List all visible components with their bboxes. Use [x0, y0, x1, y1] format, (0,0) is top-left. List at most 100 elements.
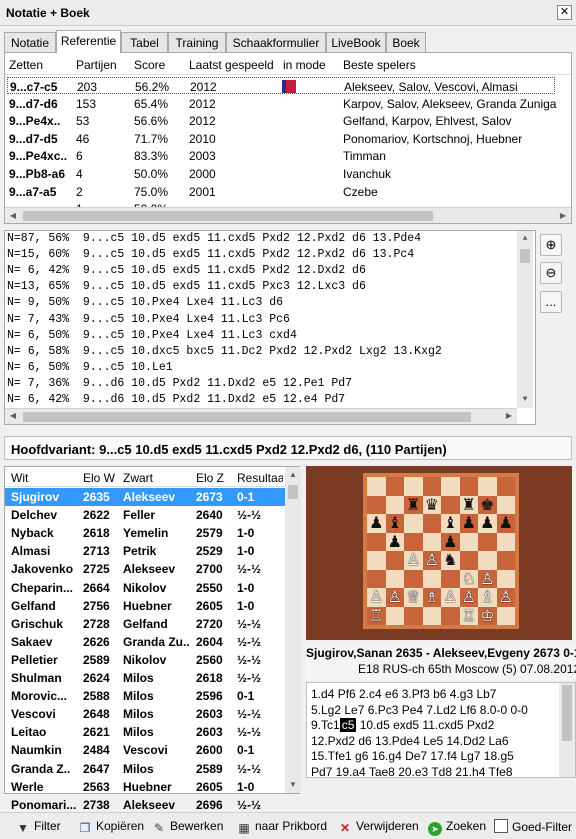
- scroll-left-arrow-icon[interactable]: ◀: [5, 208, 21, 224]
- scroll-left-arrow-icon[interactable]: ◀: [5, 409, 21, 425]
- col-header-elo-black[interactable]: Elo Z: [196, 471, 224, 485]
- board-square[interactable]: [385, 551, 404, 570]
- scroll-up-arrow-icon[interactable]: ▲: [285, 467, 301, 483]
- zoom-out-button[interactable]: ⊖: [540, 262, 562, 284]
- board-square[interactable]: [422, 532, 441, 551]
- game-row[interactable]: Jakovenko 2725 Alekseev 2700 ½-½: [5, 560, 285, 578]
- variation-line[interactable]: N= 9, 50% 9...c5 10.Pxe4 Lxe4 11.Lc3 d6: [7, 296, 283, 312]
- board-square[interactable]: [496, 551, 515, 570]
- board-square[interactable]: [459, 551, 478, 570]
- chess-board[interactable]: ♜ ♛ ♜ ♚ ♟ ♝ ♝ ♟ ♟ ♟ ♟ ♟ ♙ ♙ ♞ ♘ ♙ ♙ ♙ ♕ ♗ ♙ ♙ ♗ ♙ ♖ ♖ ♔: [363, 473, 519, 629]
- bewerken-button[interactable]: ✎ Bewerken: [152, 819, 223, 835]
- chess-piece-icon[interactable]: ♙: [497, 588, 516, 607]
- reference-row[interactable]: 9...Pb8-a6 4 50.0% 2000 Ivanchuk: [7, 165, 555, 182]
- col-header-best-players[interactable]: Beste spelers: [343, 58, 416, 72]
- reference-row[interactable]: 9...Pe4xc.. 6 83.3% 2003 Timman: [7, 147, 555, 164]
- notation-line[interactable]: 15.Tfe1 g6 16.g4 De7 17.f4 Lg7 18.g5: [311, 749, 514, 763]
- game-row[interactable]: Ponomari... 2738 Alekseev 2696 ½-½: [5, 796, 285, 814]
- board-square[interactable]: [496, 477, 515, 496]
- scroll-down-arrow-icon[interactable]: ▼: [285, 777, 301, 793]
- scroll-thumb[interactable]: [288, 485, 298, 499]
- board-square[interactable]: [441, 569, 460, 588]
- chess-piece-icon[interactable]: ♙: [441, 588, 460, 607]
- board-square[interactable]: [478, 551, 497, 570]
- variation-line[interactable]: N= 7, 43% 9...c5 10.Pxe4 Lxe4 11.Lc3 Pc6: [7, 313, 290, 329]
- variation-vscrollbar[interactable]: ▲ ▼: [517, 231, 533, 408]
- col-header-score[interactable]: Score: [134, 58, 165, 72]
- reference-hscrollbar[interactable]: ◀ ▶: [5, 207, 571, 223]
- variation-line[interactable]: N= 6, 58% 9...c5 10.dxc5 bxc5 11.Dc2 Pxd…: [7, 345, 442, 361]
- chess-piece-icon[interactable]: ♟: [478, 514, 497, 533]
- board-square[interactable]: [496, 532, 515, 551]
- scroll-thumb[interactable]: [520, 249, 530, 263]
- game-row[interactable]: Delchev 2622 Feller 2640 ½-½: [5, 506, 285, 524]
- variation-line[interactable]: N= 6, 50% 9...c5 10.Pxe4 Lxe4 11.Lc3 cxd…: [7, 329, 297, 345]
- tab-tabel[interactable]: Tabel: [121, 32, 168, 52]
- tab-notatie[interactable]: Notatie: [4, 32, 56, 52]
- game-row[interactable]: Sakaev 2626 Granda Zu.. 2604 ½-½: [5, 633, 285, 651]
- chess-piece-icon[interactable]: ♝: [441, 514, 460, 533]
- scroll-down-arrow-icon[interactable]: ▼: [517, 392, 533, 408]
- board-square[interactable]: [422, 514, 441, 533]
- board-square[interactable]: [404, 532, 423, 551]
- current-move[interactable]: c5: [339, 718, 357, 732]
- chess-piece-icon[interactable]: ♟: [386, 532, 405, 552]
- game-row[interactable]: Werle 2563 Huebner 2605 1-0: [5, 778, 285, 796]
- game-row[interactable]: Gelfand 2756 Huebner 2605 1-0: [5, 597, 285, 615]
- game-row[interactable]: Almasi 2713 Petrik 2529 1-0: [5, 542, 285, 560]
- board-square[interactable]: [441, 495, 460, 514]
- chess-piece-icon[interactable]: ♞: [441, 551, 460, 570]
- chess-piece-icon[interactable]: ♖: [367, 606, 386, 626]
- game-row[interactable]: Shulman 2624 Milos 2618 ½-½: [5, 669, 285, 687]
- game-row[interactable]: Leitao 2621 Milos 2603 ½-½: [5, 723, 285, 741]
- reference-row[interactable]: 9...a7-a5 2 75.0% 2001 Czebe: [7, 183, 555, 200]
- scroll-thumb[interactable]: [23, 211, 433, 221]
- chess-piece-icon[interactable]: ♜: [404, 495, 423, 515]
- board-square[interactable]: [496, 495, 515, 514]
- col-header-white[interactable]: Wit: [11, 471, 28, 485]
- notation-line[interactable]: Pd7 19.a4 Tae8 20.e3 Td8 21.h4 Tfe8: [311, 765, 513, 779]
- scroll-up-arrow-icon[interactable]: ▲: [517, 231, 533, 247]
- variation-line[interactable]: N=15, 60% 9...c5 10.d5 exd5 11.cxd5 Pxd2…: [7, 248, 414, 264]
- close-button[interactable]: ✕: [557, 5, 572, 20]
- board-square[interactable]: [367, 569, 386, 588]
- game-row[interactable]: Sjugirov 2635 Alekseev 2673 0-1: [5, 488, 285, 506]
- chess-piece-icon[interactable]: ♟: [460, 514, 479, 533]
- tab-livebook[interactable]: LiveBook: [326, 32, 386, 52]
- col-header-elo-white[interactable]: Elo W: [83, 471, 115, 485]
- board-square[interactable]: [459, 532, 478, 551]
- col-header-result[interactable]: Resultaat: [237, 471, 283, 485]
- chess-piece-icon[interactable]: ♙: [404, 551, 423, 570]
- board-square[interactable]: [385, 477, 404, 496]
- notation-line[interactable]: 5.Lg2 Le7 6.Pc3 Pe4 7.Ld2 Lf6 8.0-0 0-0: [311, 703, 528, 717]
- board-square[interactable]: [367, 551, 386, 570]
- board-square[interactable]: [367, 477, 386, 496]
- board-square[interactable]: [404, 606, 423, 625]
- notation-line[interactable]: 12.Pxd2 d6 13.Pde4 Le5 14.Dd2 La6: [311, 734, 509, 748]
- board-square[interactable]: [496, 569, 515, 588]
- variation-line[interactable]: N= 6, 42% 9...c5 10.d5 exd5 11.cxd5 Pxd2…: [7, 264, 366, 280]
- col-header-black[interactable]: Zwart: [123, 471, 153, 485]
- board-square[interactable]: [496, 606, 515, 625]
- game-row[interactable]: Cheparin... 2664 Nikolov 2550 1-0: [5, 579, 285, 597]
- col-header-games[interactable]: Partijen: [76, 58, 117, 72]
- reference-row[interactable]: 9...Pe4x.. 53 56.6% 2012 Gelfand, Karpov, Eh…: [7, 112, 555, 129]
- chess-piece-icon[interactable]: ♙: [386, 588, 405, 607]
- board-square[interactable]: [422, 569, 441, 588]
- game-row[interactable]: Morovic... 2588 Milos 2596 0-1: [5, 687, 285, 705]
- chess-piece-icon[interactable]: ♘: [460, 569, 479, 589]
- board-square[interactable]: [478, 532, 497, 551]
- notation-vscrollbar[interactable]: [559, 683, 575, 777]
- board-square[interactable]: [385, 606, 404, 625]
- scroll-thumb[interactable]: [23, 412, 471, 422]
- reference-row[interactable]: 9...c7-c5 203 56.2% 2012 Alekseev, Salov, Ve…: [7, 77, 555, 94]
- notation-line[interactable]: 1.d4 Pf6 2.c4 e6 3.Pf3 b6 4.g3 Lb7: [311, 687, 496, 701]
- tab-schaakformulier[interactable]: Schaakformulier: [226, 32, 326, 52]
- zoom-in-button[interactable]: ⊕: [540, 234, 562, 256]
- notation-text[interactable]: 9.Tc1: [311, 718, 340, 732]
- goed-filter-button[interactable]: Goed-Filter: [494, 819, 572, 834]
- more-options-button[interactable]: ...: [540, 291, 562, 313]
- naar-prikbord-button[interactable]: ▦ naar Prikbord: [237, 819, 327, 835]
- chess-piece-icon[interactable]: ♛: [423, 495, 442, 515]
- chess-piece-icon[interactable]: ♙: [460, 588, 479, 607]
